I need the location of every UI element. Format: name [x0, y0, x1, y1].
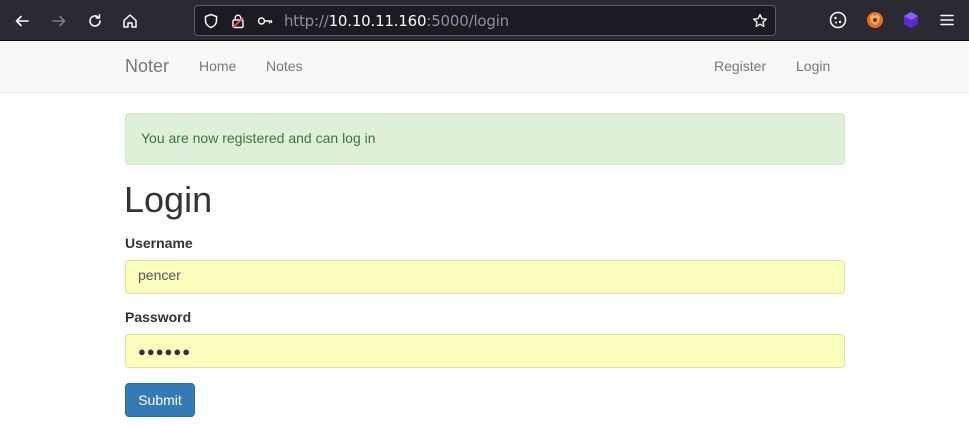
- nav-link-register[interactable]: Register: [714, 58, 766, 74]
- forward-icon: [52, 15, 66, 27]
- browser-toolbar: http://10.10.11.160:5000/login: [0, 0, 969, 41]
- alert-message: You are now registered and can log in: [141, 130, 376, 146]
- nav-link-login[interactable]: Login: [796, 58, 830, 74]
- star-icon[interactable]: [752, 13, 768, 29]
- username-input[interactable]: pencer: [125, 260, 845, 294]
- password-mask: ●●●●●●: [138, 344, 192, 359]
- fox-extension-icon[interactable]: [865, 10, 885, 30]
- back-button[interactable]: [9, 8, 35, 34]
- menu-icon[interactable]: [937, 10, 957, 30]
- home-button[interactable]: [117, 8, 143, 34]
- lock-icon[interactable]: [230, 13, 246, 29]
- reload-icon: [89, 14, 101, 27]
- site-navbar: Noter Home Notes Register Login: [0, 41, 969, 93]
- key-icon[interactable]: [257, 13, 273, 29]
- address-bar[interactable]: http://10.10.11.160:5000/login: [194, 5, 776, 36]
- home-icon: [123, 14, 137, 28]
- shield-icon[interactable]: [203, 13, 219, 29]
- cookie-icon[interactable]: [828, 10, 848, 30]
- navbar-brand[interactable]: Noter: [125, 56, 169, 77]
- nav-link-notes[interactable]: Notes: [266, 58, 303, 74]
- submit-button[interactable]: Submit: [125, 383, 195, 417]
- username-value: pencer: [138, 267, 181, 283]
- reload-button[interactable]: [82, 8, 108, 34]
- password-label: Password: [125, 309, 192, 325]
- password-input[interactable]: ●●●●●●: [125, 334, 845, 368]
- cube-extension-icon[interactable]: [901, 10, 921, 30]
- success-alert: You are now registered and can log in: [125, 113, 845, 165]
- back-icon: [15, 15, 29, 27]
- page-title: Login: [124, 179, 213, 220]
- url-scheme: http://: [284, 12, 329, 30]
- nav-link-home[interactable]: Home: [199, 58, 236, 74]
- forward-button[interactable]: [46, 8, 72, 34]
- url-path: :5000/login: [426, 12, 509, 30]
- username-label: Username: [125, 235, 193, 251]
- url-text: http://10.10.11.160:5000/login: [284, 12, 509, 30]
- url-host: 10.10.11.160: [328, 12, 427, 30]
